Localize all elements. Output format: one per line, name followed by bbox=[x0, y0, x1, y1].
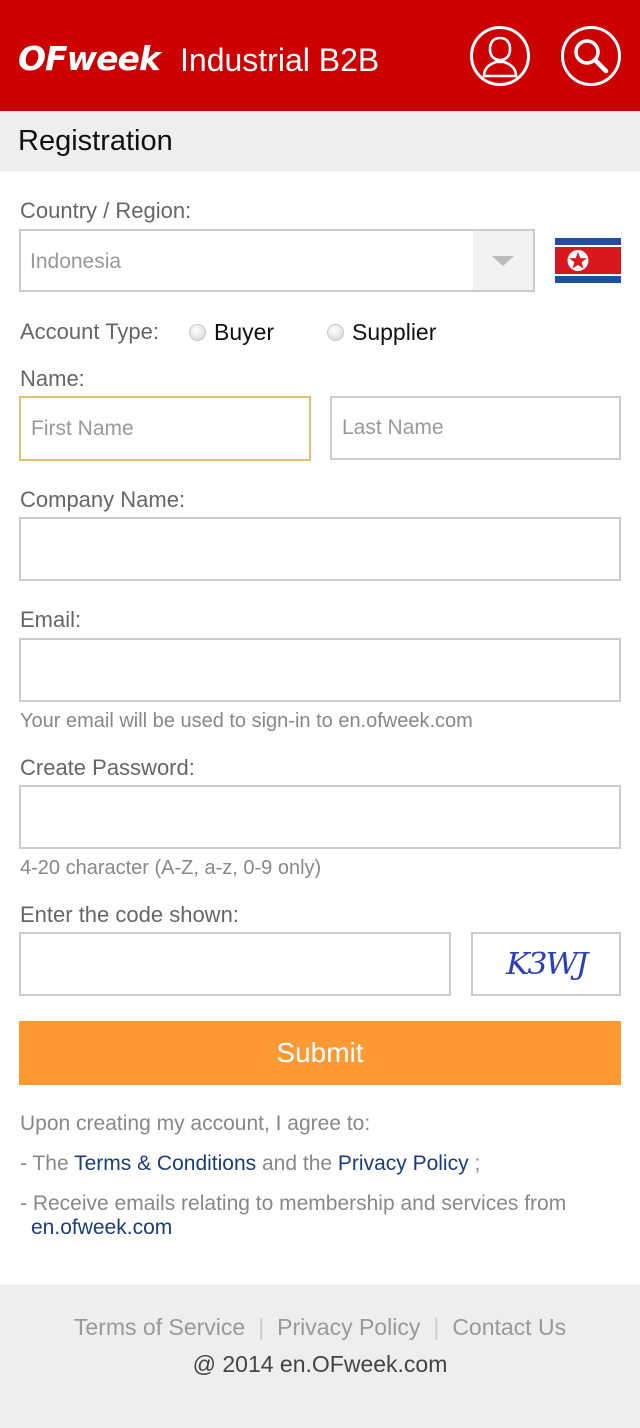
radio-buyer[interactable]: Buyer bbox=[189, 316, 274, 348]
dropdown-arrow[interactable] bbox=[473, 231, 533, 290]
country-label: Country / Region: bbox=[20, 198, 192, 223]
footer-separator: | bbox=[258, 1314, 265, 1340]
app-title: Industrial B2B bbox=[180, 42, 380, 78]
site-link[interactable]: en.ofweek.com bbox=[31, 1216, 172, 1239]
copyright: @ 2014 en.OFweek.com bbox=[192, 1351, 448, 1377]
agreement-text: ; bbox=[468, 1152, 481, 1175]
agreement-intro: Upon creating my account, I agree to: bbox=[20, 1112, 371, 1135]
company-name-label: Company Name: bbox=[20, 487, 186, 512]
password-hint: 4-20 character (A-Z, a-z, 0-9 only) bbox=[20, 857, 322, 879]
captcha-input[interactable] bbox=[21, 934, 449, 994]
page-title-bar: Registration bbox=[0, 111, 640, 171]
email-hint: Your email will be used to sign-in to en… bbox=[20, 710, 473, 732]
user-account-button[interactable] bbox=[470, 26, 530, 86]
footer-separator: | bbox=[433, 1314, 440, 1340]
ofweek-logo[interactable]: OFweek bbox=[18, 30, 161, 86]
email-input[interactable] bbox=[21, 640, 619, 700]
flag-icon bbox=[555, 238, 621, 283]
company-name-field[interactable] bbox=[19, 517, 621, 581]
first-name-input[interactable] bbox=[21, 398, 309, 459]
country-selected-value: Indonesia bbox=[30, 250, 122, 273]
radio-label-buyer: Buyer bbox=[214, 318, 275, 345]
email-field[interactable] bbox=[19, 638, 621, 702]
search-icon bbox=[574, 39, 609, 74]
captcha-image[interactable]: K3WJ bbox=[471, 932, 621, 996]
footer-link-contact[interactable]: Contact Us bbox=[452, 1314, 566, 1340]
captcha-label: Enter the code shown: bbox=[20, 902, 239, 927]
agreement-site-line: en.ofweek.com bbox=[31, 1215, 172, 1241]
agreement-terms-line: - The Terms & Conditions and the Privacy… bbox=[20, 1151, 480, 1177]
logo-text: OFweek bbox=[18, 38, 161, 78]
radio-button[interactable] bbox=[327, 323, 344, 341]
password-input[interactable] bbox=[21, 787, 619, 847]
footer-links: Terms of Service | Privacy Policy | Contact … bbox=[0, 1312, 640, 1342]
company-name-input[interactable] bbox=[21, 519, 619, 579]
agreement-text: and the bbox=[256, 1152, 338, 1175]
page-footer: Terms of Service | Privacy Policy | Contact … bbox=[0, 1285, 640, 1428]
terms-link[interactable]: Terms & Conditions bbox=[74, 1152, 256, 1175]
agreement-emails-line: - Receive emails relating to membership … bbox=[20, 1192, 567, 1215]
account-type-label: Account Type: bbox=[20, 319, 160, 344]
footer-link-terms[interactable]: Terms of Service bbox=[74, 1314, 245, 1340]
privacy-policy-link[interactable]: Privacy Policy bbox=[338, 1152, 469, 1175]
email-label: Email: bbox=[20, 607, 82, 632]
captcha-field[interactable] bbox=[19, 932, 451, 996]
last-name-field[interactable] bbox=[330, 396, 621, 460]
app-header: OFweek Industrial B2B bbox=[0, 0, 640, 111]
last-name-input[interactable] bbox=[332, 398, 619, 458]
page-title: Registration bbox=[18, 125, 173, 157]
radio-button[interactable] bbox=[189, 323, 206, 341]
name-label: Name: bbox=[20, 366, 85, 391]
search-button[interactable] bbox=[561, 26, 621, 86]
radio-label-supplier: Supplier bbox=[352, 318, 437, 345]
password-label: Create Password: bbox=[20, 755, 195, 780]
agreement-text: - The bbox=[20, 1152, 75, 1175]
country-select[interactable]: Indonesia bbox=[19, 229, 535, 292]
submit-button[interactable]: Submit bbox=[19, 1021, 621, 1085]
captcha-code: K3WJ bbox=[505, 946, 588, 982]
chevron-down-icon bbox=[492, 256, 514, 266]
user-icon bbox=[482, 36, 518, 78]
radio-supplier[interactable]: Supplier bbox=[327, 316, 436, 348]
password-field[interactable] bbox=[19, 785, 621, 849]
footer-link-privacy[interactable]: Privacy Policy bbox=[277, 1314, 420, 1340]
first-name-field[interactable] bbox=[19, 396, 311, 461]
